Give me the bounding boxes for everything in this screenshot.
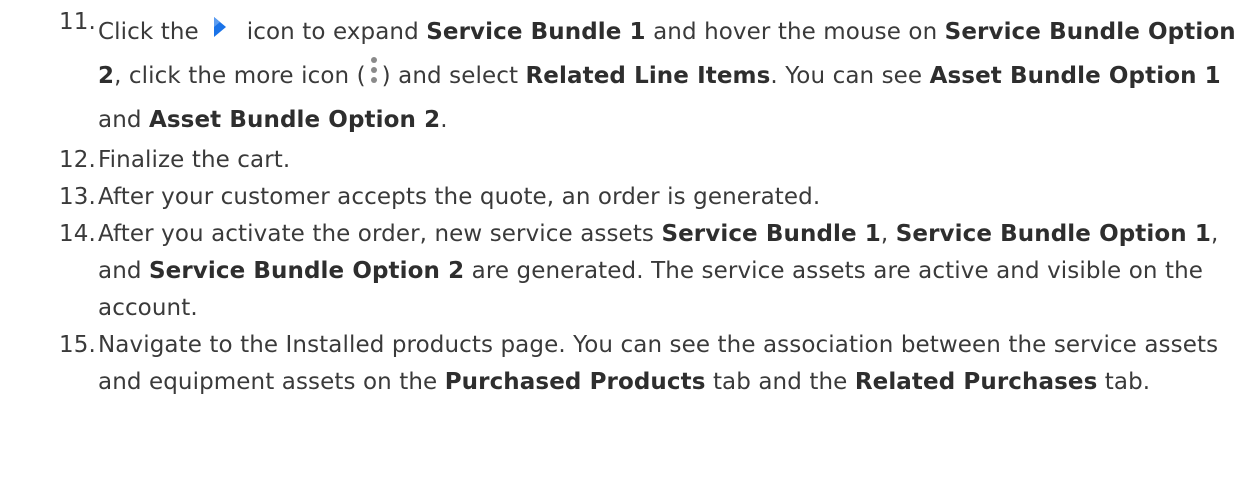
expand-arrow-icon: [211, 15, 227, 45]
step-text: . You can see: [770, 63, 930, 89]
step-text: and hover the mouse on: [645, 19, 945, 45]
document-page: 11. Click the icon to expand Service Bund…: [0, 0, 1260, 503]
step-text: Click the: [98, 19, 199, 45]
service-bundle-1-label: Service Bundle 1: [426, 19, 646, 45]
purchased-products-tab-label: Purchased Products: [444, 369, 706, 395]
step-12: 12. Finalize the cart.: [0, 142, 1260, 179]
step-text: ,: [880, 221, 896, 247]
step-text: ) and select: [381, 63, 526, 89]
service-bundle-option-1-label: Service Bundle Option 1: [895, 221, 1211, 247]
service-bundle-option-2-label: Service Bundle Option 2: [148, 258, 465, 284]
step-text: tab and the: [705, 369, 855, 395]
instruction-steps-list: 11. Click the icon to expand Service Bund…: [0, 0, 1260, 401]
step-text: and: [98, 107, 149, 133]
step-text: .: [440, 107, 448, 133]
step-13: 13. After your customer accepts the quot…: [0, 179, 1260, 216]
step-15: 15. Navigate to the Installed products p…: [0, 327, 1260, 401]
step-text: tab.: [1097, 369, 1151, 395]
step-number: 11.: [59, 9, 96, 35]
step-text: Finalize the cart.: [98, 147, 291, 173]
step-text: , click the more icon (: [114, 63, 366, 89]
step-text: After your customer accepts the quote, a…: [98, 184, 821, 210]
step-number: 12.: [59, 147, 96, 173]
more-vertical-icon: [366, 55, 382, 89]
service-bundle-1-label: Service Bundle 1: [661, 221, 881, 247]
step-number: 13.: [59, 184, 96, 210]
asset-bundle-option-1-label: Asset Bundle Option 1: [929, 63, 1221, 89]
related-line-items-label: Related Line Items: [525, 63, 771, 89]
step-text: After you activate the order, new servic…: [98, 221, 662, 247]
step-text: icon to expand: [246, 19, 427, 45]
related-purchases-tab-label: Related Purchases: [854, 369, 1098, 395]
asset-bundle-option-2-label: Asset Bundle Option 2: [148, 107, 441, 133]
step-14: 14. After you activate the order, new se…: [0, 216, 1260, 327]
step-number: 14.: [59, 221, 96, 247]
step-11: 11. Click the icon to expand Service Bund…: [0, 0, 1260, 142]
step-number: 15.: [59, 332, 96, 358]
